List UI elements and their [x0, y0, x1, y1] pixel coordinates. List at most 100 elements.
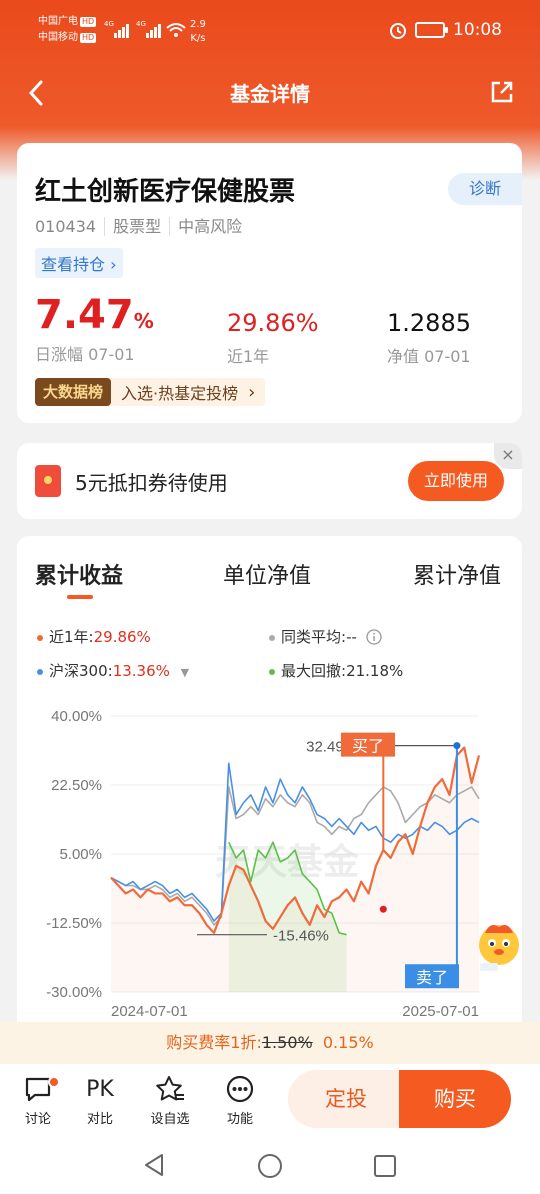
fee-original: 1.50% [261, 1033, 313, 1052]
notification-dot [48, 1076, 60, 1088]
y-tick-label: -12.50% [46, 915, 102, 932]
auto-invest-button[interactable]: 定投 [288, 1070, 404, 1128]
add-watchlist-button[interactable]: 设自选 [148, 1072, 192, 1127]
network-speed: 2.9 K/s [190, 18, 206, 46]
return-chart[interactable]: 40.00% 22.50% 5.00% -12.50% -30.00% 2024-07-0… [17, 696, 522, 1036]
bottom-action-bar: 讨论 PK 对比 设自选 功能 定投 购买 [0, 1064, 540, 1136]
discuss-button[interactable]: 讨论 [16, 1072, 60, 1127]
diagnose-button[interactable]: 诊断 [448, 173, 522, 205]
tab-unit-nav[interactable]: 单位净值 [223, 558, 311, 590]
fee-label: 购买费率1折: [166, 1033, 262, 1052]
functions-button[interactable]: 功能 [218, 1072, 262, 1127]
year-return-label: 近1年 [227, 347, 270, 366]
legend-index[interactable]: 沪深300:13.36% ▼ [37, 660, 189, 681]
fund-risk: 中高风险 [169, 217, 251, 236]
fee-discounted: 0.15% [322, 1033, 374, 1052]
share-icon[interactable] [490, 80, 514, 104]
status-bar: 中国广电 HD 中国移动 HD 4G 4G 2.9 K/s 10:08 [0, 0, 540, 60]
nav-label: 净值 07-01 [387, 347, 471, 366]
trough-label: -15.46% [273, 928, 329, 945]
recents-square-icon[interactable] [373, 1154, 397, 1178]
carrier-2: 中国移动 [38, 32, 78, 43]
network-type-1: 4G [104, 20, 114, 28]
legend-drawdown: 最大回撤:21.18% [269, 660, 403, 681]
fund-meta: 010434 股票型 中高风险 [35, 213, 251, 237]
chevron-right-icon: › [248, 381, 256, 403]
legend-fund-value: 29.86% [93, 628, 151, 646]
legend-peer: 同类平均:-- [269, 626, 382, 647]
carrier-1: 中国广电 [38, 16, 78, 27]
hd-badge: HD [80, 17, 97, 27]
legend-peer-value: -- [346, 628, 357, 646]
legend-drawdown-label: 最大回撤: [281, 662, 347, 680]
pk-icon: PK [86, 1076, 114, 1102]
back-triangle-icon[interactable] [143, 1153, 165, 1177]
home-circle-icon[interactable] [257, 1153, 283, 1179]
buy-button[interactable]: 购买 [399, 1070, 511, 1128]
wifi-icon [166, 23, 186, 37]
daily-change-label: 日涨幅 07-01 [35, 345, 135, 364]
discuss-label: 讨论 [24, 1112, 51, 1127]
tab-cumulative-nav[interactable]: 累计净值 [413, 558, 501, 590]
bigdata-tag: 大数据榜 [35, 378, 112, 406]
functions-label: 功能 [226, 1112, 253, 1127]
x-tick-label: 2024-07-01 [111, 1003, 188, 1020]
performance-card: 累计收益 单位净值 累计净值 近1年:29.86% 同类平均:-- 沪深300:… [17, 536, 522, 1036]
bigdata-banner[interactable]: 大数据榜 入选·热基定投榜 › [35, 378, 266, 406]
daily-change-stat: 7.47% 日涨幅 07-01 [35, 293, 154, 365]
more-icon [226, 1075, 254, 1103]
sell-marker-dot [453, 742, 461, 750]
compare-button[interactable]: PK 对比 [78, 1072, 122, 1128]
view-holdings-label: 查看持仓 [41, 255, 106, 274]
watchlist-label: 设自选 [150, 1112, 190, 1127]
nav-stat: 1.2885 净值 07-01 [387, 293, 471, 367]
sell-tag: 卖了 [416, 968, 448, 987]
clock: 10:08 [453, 20, 502, 40]
bigdata-text: 入选·热基定投榜 [121, 384, 239, 403]
y-tick-label: 40.00% [51, 708, 102, 725]
page-title: 基金详情 [230, 82, 310, 106]
fund-name: 红土创新医疗保健股票 [35, 177, 296, 207]
legend-fund: 近1年:29.86% [37, 626, 151, 647]
nav-value: 1.2885 [387, 309, 471, 337]
network-type-2: 4G [136, 20, 146, 28]
use-coupon-button[interactable]: 立即使用 [408, 461, 504, 501]
chevron-right-icon: › [110, 255, 117, 274]
status-right: 10:08 [389, 20, 502, 40]
legend-peer-label: 同类平均: [281, 628, 347, 646]
compare-label: 对比 [86, 1112, 113, 1127]
dropdown-icon: ▼ [180, 666, 190, 679]
coupon-card: 5元抵扣券待使用 立即使用 × [17, 443, 522, 519]
coupon-text: 5元抵扣券待使用 [75, 471, 228, 495]
y-tick-label: 5.00% [59, 846, 102, 863]
year-return-stat: 29.86% 近1年 [227, 293, 319, 367]
x-tick-label: 2025-07-01 [402, 1003, 479, 1020]
y-tick-label: 22.50% [51, 777, 102, 794]
mascot-icon[interactable] [470, 915, 528, 973]
year-return-value: 29.86% [227, 309, 319, 337]
carrier-info: 中国广电 HD 中国移动 HD [38, 14, 97, 46]
fund-summary-card: 红土创新医疗保健股票 诊断 010434 股票型 中高风险 查看持仓 › 7.47%… [17, 143, 522, 423]
close-icon[interactable]: × [494, 443, 522, 469]
battery-icon [415, 22, 448, 38]
buy-tag: 买了 [352, 737, 384, 756]
daily-change-unit: % [133, 309, 154, 333]
star-icon [156, 1076, 184, 1101]
legend-index-value: 13.36% [112, 662, 170, 680]
system-nav-bar [0, 1136, 540, 1194]
buy-marker-dot [379, 905, 387, 913]
view-holdings-link[interactable]: 查看持仓 › [35, 248, 123, 278]
nav-bar: 基金详情 [0, 60, 540, 122]
signal-icon [146, 22, 162, 38]
info-icon[interactable] [366, 629, 382, 645]
chart-tabs: 累计收益 单位净值 累计净值 [17, 558, 522, 598]
daily-change-value: 7.47 [35, 292, 134, 338]
tab-cumulative-return[interactable]: 累计收益 [35, 558, 123, 590]
legend-fund-label: 近1年: [49, 628, 94, 646]
fund-type: 股票型 [104, 217, 170, 236]
alarm-icon [390, 23, 406, 39]
legend-index-label: 沪深300: [49, 662, 113, 680]
red-envelope-icon [35, 465, 61, 497]
hd-badge: HD [80, 33, 97, 43]
legend-drawdown-value: 21.18% [346, 662, 404, 680]
